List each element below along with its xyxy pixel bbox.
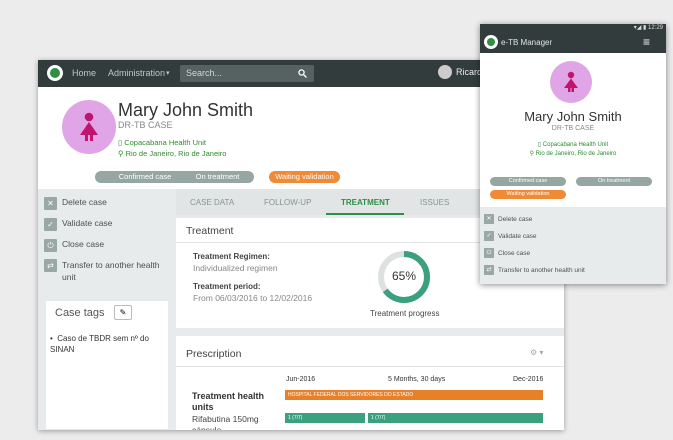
delete-case-button[interactable]: ✕ Delete case (484, 214, 532, 224)
badge-on-treatment: On treatment (576, 177, 652, 186)
divider (176, 366, 564, 367)
progress-label: Treatment progress (370, 309, 440, 318)
hamburger-menu-icon[interactable]: ≡ (643, 35, 650, 49)
patient-avatar (550, 61, 592, 103)
transfer-case-label: Transfer to another health unit (62, 260, 160, 282)
patient-name: Mary John Smith (524, 109, 622, 124)
app-logo-icon[interactable] (47, 65, 63, 81)
chevron-down-icon[interactable]: ▾ (166, 69, 170, 77)
transfer-case-button[interactable]: ⇄ Transfer to another health unit (484, 265, 585, 275)
tab-issues[interactable]: ISSUES (420, 198, 449, 207)
badge-confirmed-case: Confirmed case (490, 177, 566, 186)
location-text: ⚲ Rio de Janeiro, Rio de Janeiro (529, 151, 617, 157)
location-text: ⚲ Rio de Janeiro, Rio de Janeiro (118, 149, 227, 158)
status-bar: ▾◢ ▮ 12:29 (480, 24, 666, 32)
nav-home[interactable]: Home (72, 68, 96, 78)
validate-case-button[interactable]: ✓ Validate case (44, 218, 112, 231)
search-icon[interactable] (298, 69, 307, 78)
validate-case-label: Validate case (62, 218, 113, 228)
case-tags-title: Case tags (55, 307, 105, 319)
period-label: Treatment period: (193, 282, 261, 291)
close-case-label: Close case (62, 239, 105, 249)
badge-waiting-validation: Waiting validation (269, 171, 340, 183)
badge-on-treatment: On treatment (181, 171, 254, 183)
tab-case-data[interactable]: CASE DATA (190, 198, 234, 207)
gear-icon[interactable]: ⚙ ▾ (530, 348, 543, 357)
drug-name: Rifabutina 150mg cápsula (192, 414, 259, 430)
female-patient-icon (564, 71, 578, 92)
prescription-card: Prescription ⚙ ▾ Jun-2016 5 Months, 30 d… (176, 336, 564, 430)
period-value: From 06/03/2016 to 12/02/2016 (193, 293, 313, 303)
validate-case-label: Validate case (498, 232, 537, 240)
female-patient-icon (80, 112, 98, 141)
case-tags-card: Case tags ✎ • Caso de TBDR sem nº do SIN… (46, 301, 168, 429)
regimen-value: Individualized regimen (193, 263, 278, 273)
status-time: 12:29 (647, 25, 663, 31)
power-icon: ⏻ (484, 248, 494, 258)
units-label: Treatment health units (192, 391, 265, 412)
tag-text: Caso de TBDR sem nº do SINAN (50, 334, 149, 354)
tab-treatment[interactable]: TREATMENT (341, 198, 390, 207)
badge-confirmed-case: Confirmed case (95, 171, 195, 183)
regimen-label: Treatment Regimen: (193, 252, 270, 261)
location-name: Rio de Janeiro, Rio de Janeiro (125, 149, 227, 158)
transfer-icon: ⇄ (44, 259, 57, 272)
active-tab-indicator (326, 213, 404, 215)
tab-follow-up[interactable]: FOLLOW-UP (264, 198, 311, 207)
power-icon: ⏻ (44, 239, 57, 252)
user-avatar-icon (438, 65, 452, 79)
close-case-button[interactable]: ⏻ Close case (484, 248, 530, 258)
health-unit-link[interactable]: ▯ Copacabana Health Unit (480, 141, 666, 148)
search-input[interactable]: Search... (180, 65, 314, 82)
mobile-window: ▾◢ ▮ 12:29 e-TB Manager ≡ Mary John Smit… (480, 24, 666, 284)
edit-tags-pencil-icon[interactable]: ✎ (114, 305, 132, 320)
prescription-title: Prescription (186, 348, 242, 360)
treatment-title: Treatment (186, 225, 234, 237)
check-icon: ✓ (44, 218, 57, 231)
progress-value: 65% (391, 269, 417, 283)
timeline-end: Dec-2016 (513, 376, 544, 383)
close-case-button[interactable]: ⏻ Close case (44, 239, 104, 252)
search-placeholder: Search... (186, 68, 223, 78)
delete-case-button[interactable]: ✕ Delete case (44, 197, 107, 210)
health-unit-name: Copacabana Health Unit (542, 142, 609, 148)
transfer-icon: ⇄ (484, 265, 494, 275)
location-name: Rio de Janeiro, Rio de Janeiro (535, 151, 617, 157)
app-title: e-TB Manager (501, 38, 553, 47)
patient-avatar (62, 100, 116, 154)
dose-bar[interactable]: 1 (7/7) (285, 413, 365, 423)
tag-list-item: • Caso de TBDR sem nº do SINAN (50, 334, 149, 354)
close-icon: ✕ (44, 197, 57, 210)
transfer-case-label: Transfer to another health unit (498, 266, 585, 274)
transfer-case-button[interactable]: ⇄ Transfer to another health unit (44, 259, 166, 283)
patient-name: Mary John Smith (118, 100, 254, 120)
case-type: DR-TB CASE (118, 120, 173, 130)
case-type: DR-TB CASE (551, 125, 595, 132)
validate-case-button[interactable]: ✓ Validate case (484, 231, 537, 241)
mobile-app-bar: e-TB Manager ≡ (480, 32, 666, 53)
dose-bar[interactable]: 1 (7/7) (368, 413, 543, 423)
delete-case-label: Delete case (498, 215, 533, 223)
badge-waiting-validation: Waiting validation (490, 190, 566, 199)
health-unit-link[interactable]: ▯ Copacabana Health Unit (118, 138, 206, 147)
close-case-label: Close case (498, 249, 531, 257)
close-icon: ✕ (484, 214, 494, 224)
app-logo-icon (484, 35, 498, 49)
timeline-start: Jun-2016 (286, 376, 316, 383)
health-unit-name: Copacabana Health Unit (124, 138, 206, 147)
delete-case-label: Delete case (62, 197, 107, 207)
health-unit-bar[interactable]: HOSPITAL FEDERAL DOS SERVIDORES DO ESTAD… (285, 390, 543, 400)
mobile-actions-panel: ✕ Delete case ✓ Validate case ⏻ Close case … (480, 207, 666, 284)
check-icon: ✓ (484, 231, 494, 241)
timeline-duration: 5 Months, 30 days (388, 376, 446, 383)
nav-administration[interactable]: Administration (108, 68, 165, 78)
